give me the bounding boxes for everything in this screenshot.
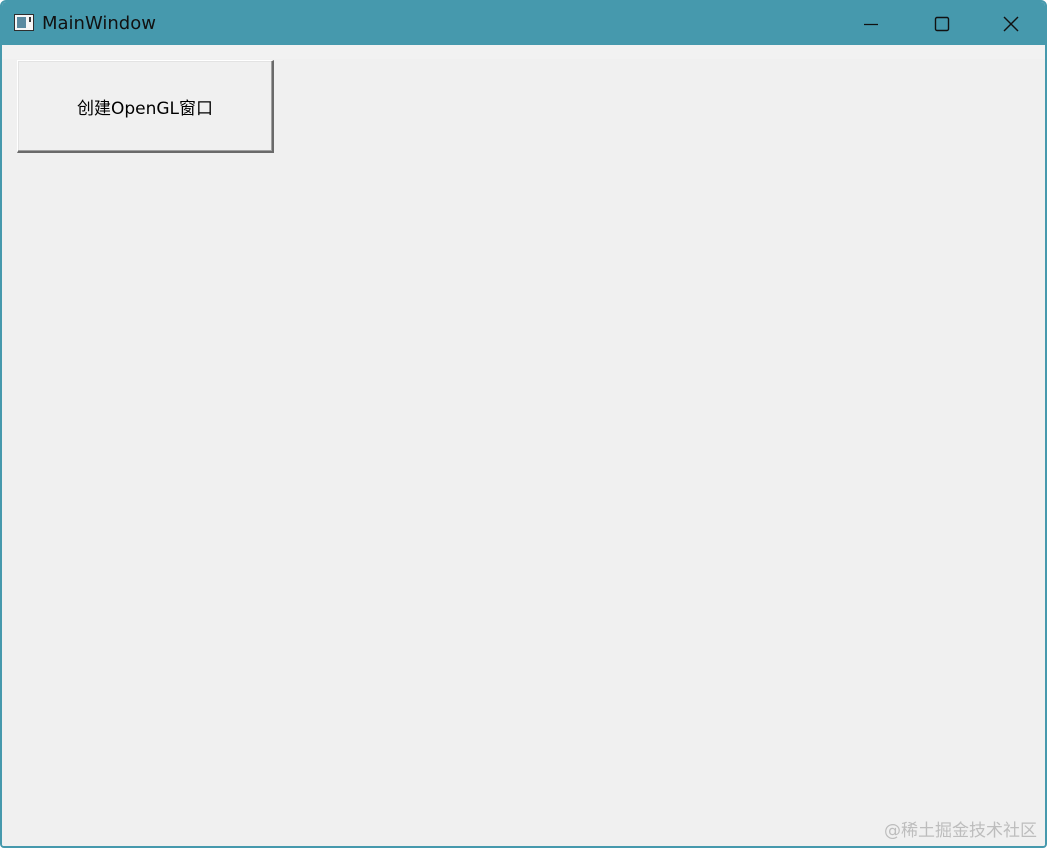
minimize-button[interactable] xyxy=(836,2,906,45)
window-app-icon[interactable] xyxy=(14,14,34,31)
maximize-button[interactable] xyxy=(906,2,976,45)
title-bar[interactable]: MainWindow xyxy=(2,2,1045,45)
window-title: MainWindow xyxy=(42,13,156,34)
watermark-text: @稀土掘金技术社区 xyxy=(884,821,1037,841)
client-area: 创建OpenGL窗口 @稀土掘金技术社区 xyxy=(2,45,1045,846)
minimize-icon xyxy=(864,23,878,26)
main-window: MainWindow 创建OpenGL窗口 @稀土掘金技术社区 xyxy=(0,0,1047,848)
client-top-band xyxy=(2,45,1045,59)
close-icon xyxy=(1003,16,1019,32)
maximize-icon xyxy=(934,16,950,32)
app-icon-bar xyxy=(29,17,31,22)
app-icon-pane xyxy=(17,17,26,28)
create-opengl-window-button[interactable]: 创建OpenGL窗口 xyxy=(17,60,274,153)
close-button[interactable] xyxy=(976,2,1045,45)
